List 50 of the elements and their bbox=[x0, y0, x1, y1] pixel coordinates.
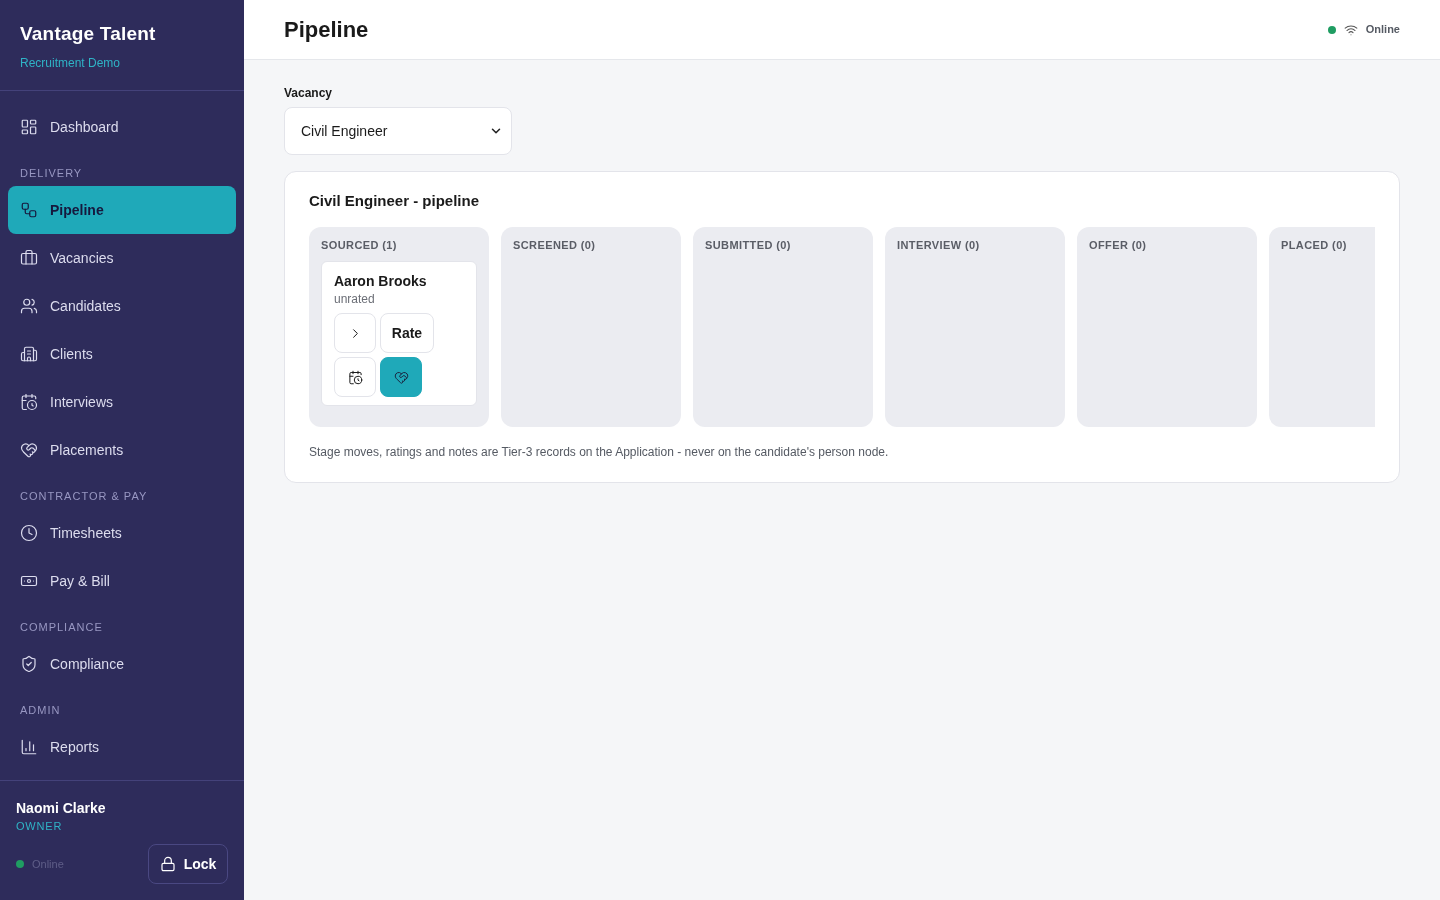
nav-section-heading: ADMIN bbox=[20, 703, 62, 718]
nav-item[interactable]: Interviews bbox=[8, 378, 236, 426]
workflow-icon bbox=[20, 201, 38, 219]
handshake-icon bbox=[20, 441, 38, 459]
shield-check-icon bbox=[20, 655, 38, 673]
rate-button[interactable]: Rate bbox=[380, 313, 434, 353]
calendar-clock-icon bbox=[347, 369, 363, 385]
stage-title: OFFER (0) bbox=[1089, 239, 1148, 251]
nav-item[interactable]: Timesheets bbox=[8, 509, 236, 557]
vacancy-label: Vacancy bbox=[284, 85, 333, 101]
stage-title: SOURCED (1) bbox=[321, 239, 398, 251]
users-icon bbox=[20, 297, 38, 315]
handshake-icon bbox=[393, 369, 409, 385]
stage-title: INTERVIEW (0) bbox=[897, 239, 981, 251]
page-title: Pipeline bbox=[284, 16, 369, 44]
nav-item[interactable]: Vacancies bbox=[8, 234, 236, 282]
brand-title: Vantage Talent bbox=[20, 22, 157, 46]
pipeline-note: Stage moves, ratings and notes are Tier-3 records on the Application - never on the candidate's person node. bbox=[309, 444, 890, 460]
user-name: Naomi Clarke bbox=[16, 799, 107, 818]
nav-section-heading: COMPLIANCE bbox=[20, 620, 104, 635]
connection-status: Online bbox=[1365, 22, 1400, 38]
building-icon bbox=[20, 345, 38, 363]
wifi-icon bbox=[1343, 22, 1358, 37]
briefcase-icon bbox=[20, 249, 38, 267]
nav-item[interactable]: Pipeline bbox=[8, 186, 236, 234]
calendar-clock-icon bbox=[20, 393, 38, 411]
brand-subtitle: Recruitment Demo bbox=[20, 55, 122, 71]
nav-section-heading: DELIVERY bbox=[20, 166, 84, 181]
nav-item[interactable]: Candidates bbox=[8, 282, 236, 330]
candidate-name: Aaron Brooks bbox=[334, 272, 428, 291]
stage-title: SCREENED (0) bbox=[513, 239, 597, 251]
nav-item[interactable]: Dashboard bbox=[8, 103, 236, 151]
nav-section-heading: CONTRACTOR & PAY bbox=[20, 489, 149, 504]
nav-item[interactable]: Clients bbox=[8, 330, 236, 378]
vacancy-select[interactable]: Civil Engineer bbox=[284, 107, 512, 155]
icon-button[interactable] bbox=[380, 357, 422, 397]
layout-grid-icon bbox=[20, 118, 38, 136]
clock-icon bbox=[20, 524, 38, 542]
bar-chart-icon bbox=[20, 738, 38, 756]
nav-item[interactable]: Placements bbox=[8, 426, 236, 474]
nav-item[interactable]: Reports bbox=[8, 723, 236, 771]
pipeline-title: Civil Engineer - pipeline bbox=[309, 191, 481, 211]
stage-title: PLACED (0) bbox=[1281, 239, 1348, 251]
candidate-rating: unrated bbox=[334, 291, 376, 307]
lock-icon bbox=[159, 856, 176, 872]
nav-item[interactable]: Compliance bbox=[8, 640, 236, 688]
stage-title: SUBMITTED (0) bbox=[705, 239, 792, 251]
user-role: OWNER bbox=[16, 819, 64, 834]
lock-button[interactable]: Lock bbox=[148, 844, 228, 884]
nav-item[interactable]: Pay & Bill bbox=[8, 557, 236, 605]
